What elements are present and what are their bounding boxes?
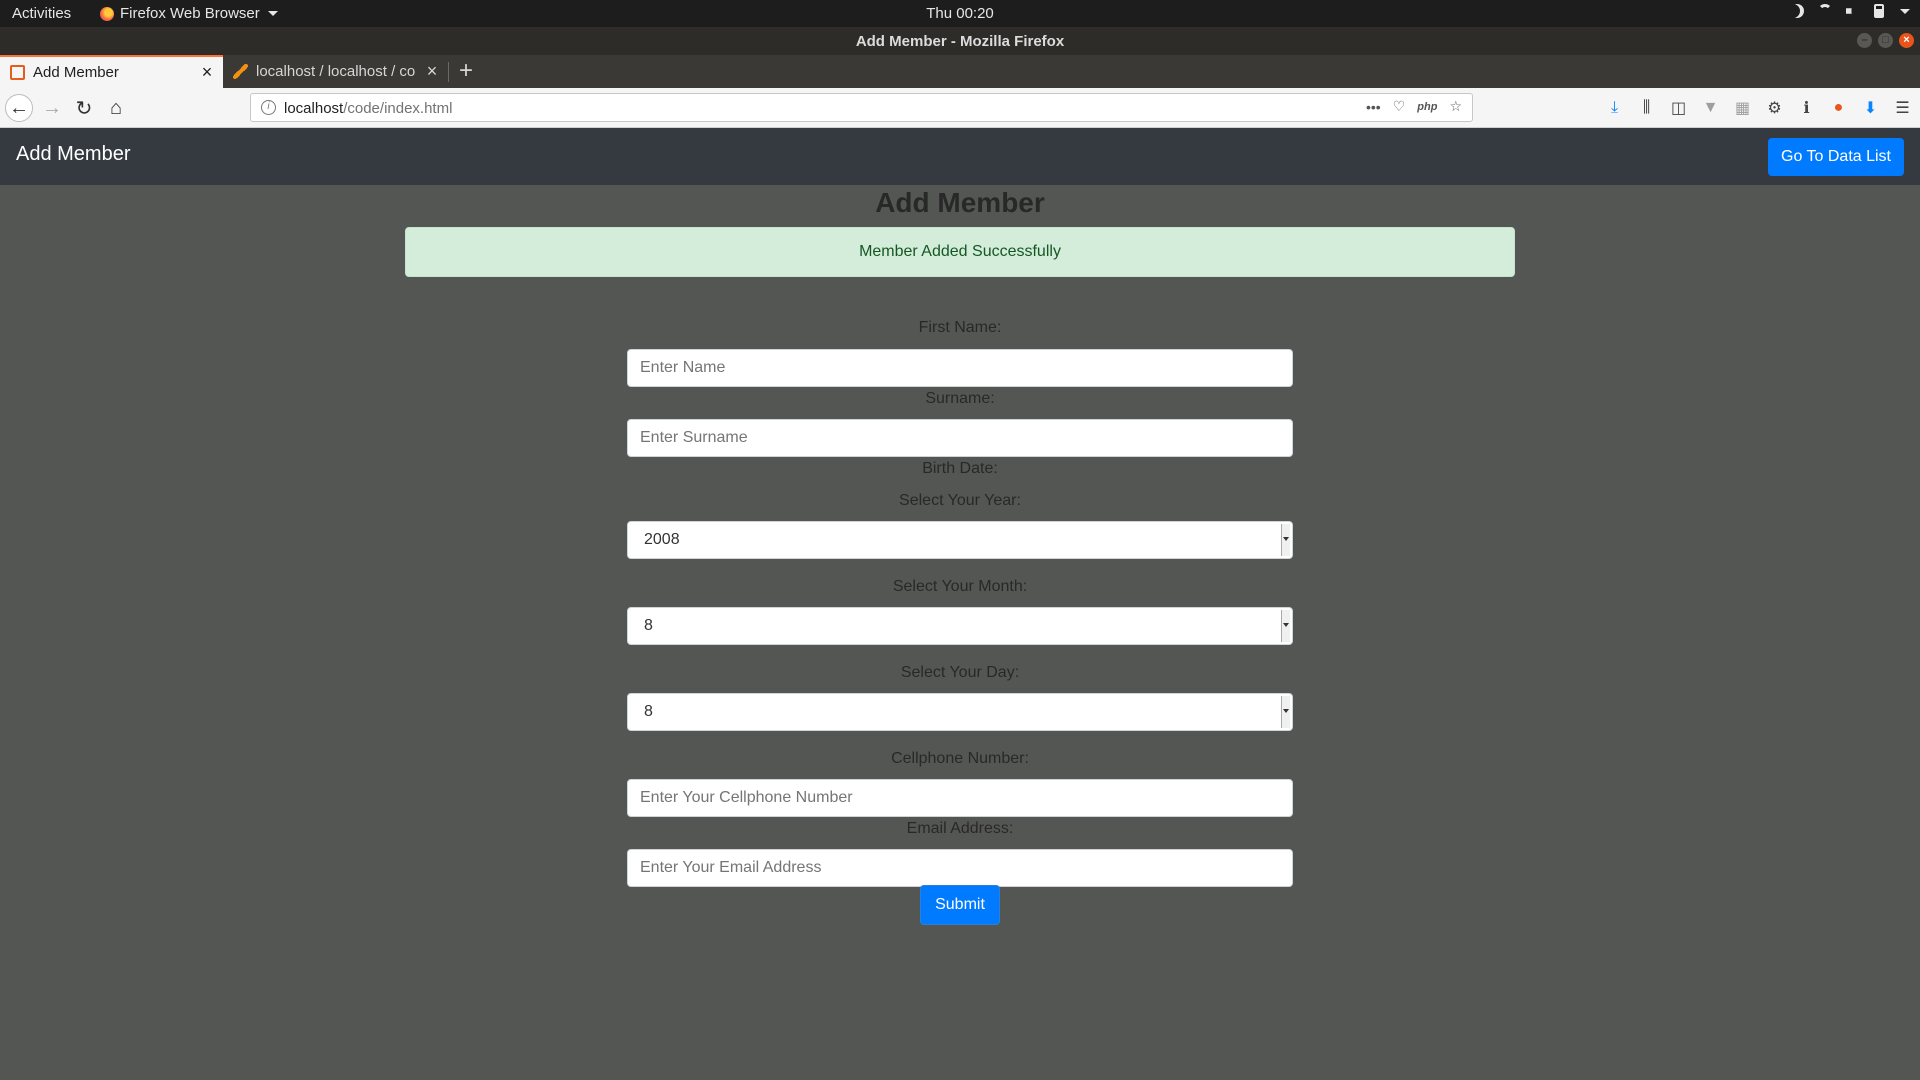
submit-button[interactable]: Submit xyxy=(920,885,1000,925)
app-menu-label: Firefox Web Browser xyxy=(120,5,260,22)
bookmark-star-icon[interactable]: ☆ xyxy=(1449,98,1462,115)
window-controls: – □ × xyxy=(1857,33,1914,48)
year-select-value: 2008 xyxy=(644,531,680,548)
window-title: Add Member - Mozilla Firefox xyxy=(855,33,1065,50)
orange-extension-icon[interactable]: ● xyxy=(1829,98,1848,117)
phpmyadmin-favicon-icon xyxy=(233,64,248,79)
url-bar[interactable]: i localhost/code/index.html ••• ♡ php ☆ xyxy=(250,93,1473,122)
month-label: Select Your Month: xyxy=(892,578,1028,595)
page-actions: ••• ♡ php ☆ xyxy=(1366,98,1462,115)
filter-extension-icon[interactable]: ▼ xyxy=(1701,98,1720,117)
php-extension-icon[interactable]: php xyxy=(1417,101,1437,113)
tab-add-member[interactable]: Add Member × xyxy=(0,55,223,88)
first-name-input[interactable] xyxy=(627,349,1293,387)
year-select[interactable]: 2008 xyxy=(627,521,1293,559)
month-select[interactable]: 8 xyxy=(627,607,1293,645)
volume-icon xyxy=(1846,4,1856,18)
wifi-icon xyxy=(1818,4,1832,18)
cellphone-input[interactable] xyxy=(627,779,1293,817)
system-top-bar: Activities Firefox Web Browser Thu 00:20 xyxy=(0,0,1920,27)
hamburger-menu-icon[interactable]: ☰ xyxy=(1893,98,1912,117)
night-light-icon xyxy=(1790,4,1804,18)
navigation-toolbar: ← → ↻ ⌂ i localhost/code/index.html ••• … xyxy=(0,88,1920,128)
tab-label: localhost / localhost / co xyxy=(256,63,416,80)
page-favicon-icon xyxy=(10,65,25,80)
info-extension-icon[interactable]: ℹ xyxy=(1797,98,1816,117)
day-select[interactable]: 8 xyxy=(627,693,1293,731)
url-path: /code/index.html xyxy=(343,100,453,117)
go-to-data-list-button[interactable]: Go To Data List xyxy=(1768,138,1904,176)
chevron-down-icon xyxy=(1281,524,1290,556)
year-label: Select Your Year: xyxy=(899,492,1021,509)
success-alert: Member Added Successfully xyxy=(405,227,1515,277)
app-menu[interactable]: Firefox Web Browser xyxy=(100,5,278,22)
chevron-down-icon xyxy=(1900,8,1910,14)
email-input[interactable] xyxy=(627,849,1293,887)
gears-extension-icon[interactable]: ⚙ xyxy=(1765,98,1784,117)
navbar-brand[interactable]: Add Member xyxy=(16,143,131,166)
window-title-bar: Add Member - Mozilla Firefox – □ × xyxy=(0,27,1920,55)
close-window-button[interactable]: × xyxy=(1899,33,1914,48)
clock[interactable]: Thu 00:20 xyxy=(0,5,1920,22)
surname-label: Surname: xyxy=(925,390,995,407)
month-select-value: 8 xyxy=(644,617,653,634)
page-title: Add Member xyxy=(875,187,1045,218)
toolbar-extensions: ⤓ ⫼ ◫ ▼ ▦ ⚙ ℹ ● ⬇ ☰ xyxy=(1605,98,1912,117)
battery-icon xyxy=(1874,4,1884,18)
library-icon[interactable]: ⫼ xyxy=(1637,98,1656,117)
pocket-icon[interactable]: ♡ xyxy=(1393,98,1406,115)
grid-extension-icon[interactable]: ▦ xyxy=(1733,98,1752,117)
birth-date-label: Birth Date: xyxy=(922,460,998,477)
tab-phpmyadmin[interactable]: localhost / localhost / co × xyxy=(223,55,448,88)
chevron-down-icon xyxy=(267,11,278,16)
surname-input[interactable] xyxy=(627,419,1293,457)
sidebar-icon[interactable]: ◫ xyxy=(1669,98,1688,117)
tab-separator xyxy=(448,62,449,82)
tab-strip: Add Member × localhost / localhost / co … xyxy=(0,55,1920,88)
reload-button[interactable]: ↻ xyxy=(70,94,98,122)
page-content: Add Member Go To Data List Add Member Me… xyxy=(0,128,1920,1080)
maximize-button[interactable]: □ xyxy=(1878,33,1893,48)
day-label: Select Your Day: xyxy=(900,664,1020,681)
firefox-icon xyxy=(100,6,114,21)
new-tab-button[interactable]: + xyxy=(455,57,477,85)
cellphone-label: Cellphone Number: xyxy=(891,750,1029,767)
minimize-button[interactable]: – xyxy=(1857,33,1872,48)
close-tab-icon[interactable]: × xyxy=(197,62,217,83)
url-host: localhost xyxy=(284,100,344,117)
home-button[interactable]: ⌂ xyxy=(102,94,130,122)
app-navbar: Add Member Go To Data List xyxy=(0,128,1920,185)
forward-button[interactable]: → xyxy=(38,94,66,122)
activities-button[interactable]: Activities xyxy=(12,5,71,22)
site-info-icon[interactable]: i xyxy=(261,100,276,115)
chevron-down-icon xyxy=(1281,610,1290,642)
url-text[interactable]: localhost/code/index.html xyxy=(284,100,452,117)
chevron-down-icon xyxy=(1281,696,1290,728)
downloads-icon[interactable]: ⤓ xyxy=(1605,98,1624,117)
page-actions-menu-icon[interactable]: ••• xyxy=(1366,99,1381,115)
back-button[interactable]: ← xyxy=(5,94,33,122)
system-tray[interactable] xyxy=(1790,4,1910,18)
close-tab-icon[interactable]: × xyxy=(422,61,442,82)
email-label: Email Address: xyxy=(906,820,1014,837)
download-arrow-extension-icon[interactable]: ⬇ xyxy=(1861,98,1880,117)
tab-label: Add Member xyxy=(33,64,119,81)
first-name-label: First Name: xyxy=(918,319,1002,336)
day-select-value: 8 xyxy=(644,703,653,720)
